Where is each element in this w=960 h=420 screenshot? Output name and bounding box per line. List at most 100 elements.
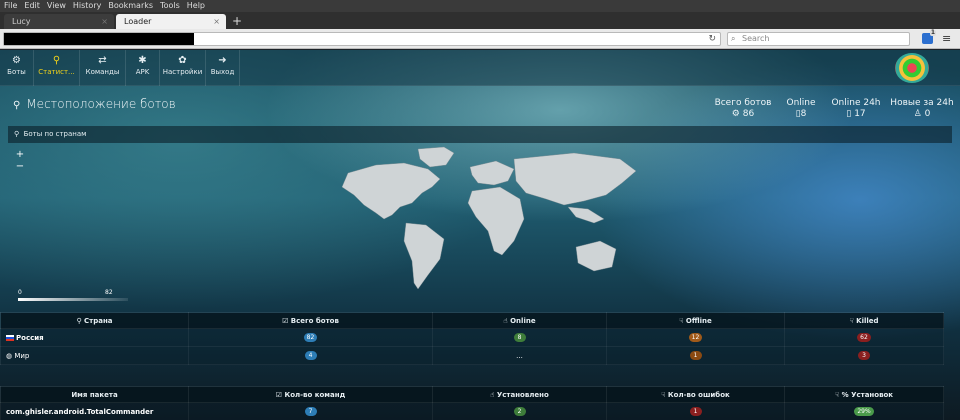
col-label: Страна bbox=[84, 316, 113, 325]
table-row[interactable]: ◍ Мир 4 ... 1 3 bbox=[0, 346, 944, 365]
col-country[interactable]: ⚲ Страна bbox=[0, 312, 189, 329]
nav-commands[interactable]: ⇄ Команды bbox=[80, 50, 126, 86]
col-label: Имя пакета bbox=[71, 390, 118, 399]
col-installed[interactable]: ☝ Установлено bbox=[432, 386, 607, 403]
offline-cell: 12 bbox=[606, 328, 785, 347]
extension-badge: 1 bbox=[929, 29, 936, 36]
online-cell: ... bbox=[432, 346, 607, 365]
country-cell: ◍ Мир bbox=[0, 346, 189, 365]
col-package[interactable]: Имя пакета bbox=[0, 386, 189, 403]
country-name: Россия bbox=[16, 333, 44, 342]
sign-out-icon: ➜ bbox=[218, 55, 227, 66]
map-pin-icon: ⚲ bbox=[14, 130, 20, 138]
new-tab-button[interactable]: + bbox=[232, 14, 242, 29]
check-square-icon: ☑ bbox=[275, 390, 283, 399]
killed-cell: 62 bbox=[784, 328, 944, 347]
australia-shape bbox=[575, 240, 617, 272]
table-header-row: Имя пакета ☑ Кол-во команд ☝ Установлено… bbox=[0, 386, 944, 403]
thumbs-down-icon: ☟ bbox=[661, 390, 666, 399]
nav-bots[interactable]: ⚙ Боты bbox=[0, 50, 34, 86]
col-offline[interactable]: ☟ Offline bbox=[606, 312, 785, 329]
stat-label: Online bbox=[786, 98, 816, 108]
page-title: ⚲ Местоположение ботов bbox=[13, 97, 176, 111]
total-cell: 4 bbox=[188, 346, 433, 365]
commands-cell: 7 bbox=[188, 402, 433, 420]
phone-icon: ▯ bbox=[846, 109, 852, 119]
menu-file[interactable]: File bbox=[4, 0, 17, 12]
nav-label: APK bbox=[135, 68, 150, 76]
errors-cell: 1 bbox=[606, 402, 785, 420]
browser-tabbar: Lucy × Loader × + bbox=[0, 12, 960, 29]
north-america-shape bbox=[341, 162, 441, 220]
nav-logout[interactable]: ➜ Выход bbox=[206, 50, 240, 86]
south-america-shape bbox=[403, 222, 445, 290]
col-online[interactable]: ☝ Online bbox=[432, 312, 607, 329]
country-name: Мир bbox=[14, 351, 30, 360]
menu-help[interactable]: Help bbox=[187, 0, 205, 12]
package-name: com.ghisler.android.TotalCommander bbox=[6, 407, 154, 416]
stat-value: ♙ 0 bbox=[888, 109, 956, 120]
stat-number: 0 bbox=[924, 109, 931, 119]
hamburger-menu-icon[interactable]: ≡ bbox=[942, 32, 951, 45]
commands-badge: 7 bbox=[304, 407, 317, 416]
close-icon[interactable]: × bbox=[101, 14, 108, 29]
nav-label: Настройки bbox=[162, 68, 203, 76]
map-pin-icon: ⚲ bbox=[13, 100, 21, 111]
col-label: Кол-во ошибок bbox=[667, 390, 730, 399]
brand-logo bbox=[895, 53, 929, 83]
top-navigation: ⚙ Боты ⚲ Статист... ⇄ Команды ✱ APK ✿ Настрой… bbox=[0, 50, 960, 86]
nav-label: Боты bbox=[7, 68, 26, 76]
col-label: Killed bbox=[856, 316, 879, 325]
stat-label: Всего ботов bbox=[714, 98, 772, 108]
nav-apk[interactable]: ✱ APK bbox=[126, 50, 160, 86]
southeast-asia-shape bbox=[567, 206, 605, 224]
countries-table: ⚲ Страна ☑ Всего ботов ☝ Online ☟ Offlin… bbox=[0, 312, 944, 365]
tab-loader[interactable]: Loader × bbox=[116, 14, 226, 29]
col-label: % Установок bbox=[841, 390, 894, 399]
map-panel-header: ⚲ Боты по странам bbox=[8, 126, 952, 143]
thumbs-down-icon: ☟ bbox=[834, 390, 840, 399]
extension-icon[interactable]: 1 bbox=[922, 29, 936, 44]
col-percent[interactable]: ☟ % Установок bbox=[784, 386, 944, 403]
menu-view[interactable]: View bbox=[47, 0, 66, 12]
menu-edit[interactable]: Edit bbox=[24, 0, 40, 12]
percent-cell: 29% bbox=[784, 402, 944, 420]
map-pin-icon: ⚲ bbox=[52, 55, 61, 66]
reload-icon[interactable]: ↻ bbox=[708, 33, 716, 45]
col-commands[interactable]: ☑ Кол-во команд bbox=[188, 386, 433, 403]
nav-statistics[interactable]: ⚲ Статист... bbox=[34, 50, 80, 86]
legend-min: 0 bbox=[18, 289, 22, 296]
world-map[interactable]: + − 0 82 bbox=[8, 143, 952, 307]
menu-history[interactable]: History bbox=[73, 0, 101, 12]
nav-label: Выход bbox=[210, 68, 235, 76]
nav-label: Команды bbox=[85, 68, 120, 76]
col-killed[interactable]: ☟ Killed bbox=[784, 312, 944, 329]
url-bar[interactable]: ↻ bbox=[3, 32, 721, 46]
stat-value: ▯ 17 bbox=[828, 109, 884, 120]
installed-cell: 2 bbox=[432, 402, 607, 420]
android-icon: ⚙ bbox=[731, 109, 740, 119]
stat-value: ▯8 bbox=[780, 109, 822, 120]
table-row[interactable]: com.ghisler.android.TotalCommander 7 2 1… bbox=[0, 402, 944, 420]
col-errors[interactable]: ☟ Кол-во ошибок bbox=[606, 386, 785, 403]
menu-bookmarks[interactable]: Bookmarks bbox=[108, 0, 153, 12]
tab-lucy[interactable]: Lucy × bbox=[4, 14, 114, 29]
russia-flag-icon bbox=[6, 334, 14, 341]
browser-navbar: ↻ ⌕ Search 1 ≡ bbox=[0, 29, 960, 49]
close-icon[interactable]: × bbox=[213, 14, 220, 29]
legend-gradient bbox=[18, 298, 128, 301]
search-input[interactable]: ⌕ Search bbox=[727, 32, 910, 46]
menu-tools[interactable]: Tools bbox=[160, 0, 180, 12]
stat-online-24h: Online 24h ▯ 17 bbox=[828, 98, 884, 120]
table-row[interactable]: Россия 82 8 12 62 bbox=[0, 328, 944, 347]
killed-badge: 62 bbox=[857, 333, 871, 342]
col-label: Offline bbox=[685, 316, 712, 325]
stat-number: 17 bbox=[854, 109, 866, 119]
errors-badge: 1 bbox=[689, 407, 702, 416]
col-total[interactable]: ☑ Всего ботов bbox=[188, 312, 433, 329]
total-badge: 4 bbox=[304, 351, 317, 360]
map-legend: 0 82 bbox=[18, 289, 128, 301]
nav-settings[interactable]: ✿ Настройки bbox=[160, 50, 206, 86]
col-label: Online bbox=[510, 316, 536, 325]
packages-table: Имя пакета ☑ Кол-во команд ☝ Установлено… bbox=[0, 386, 944, 420]
